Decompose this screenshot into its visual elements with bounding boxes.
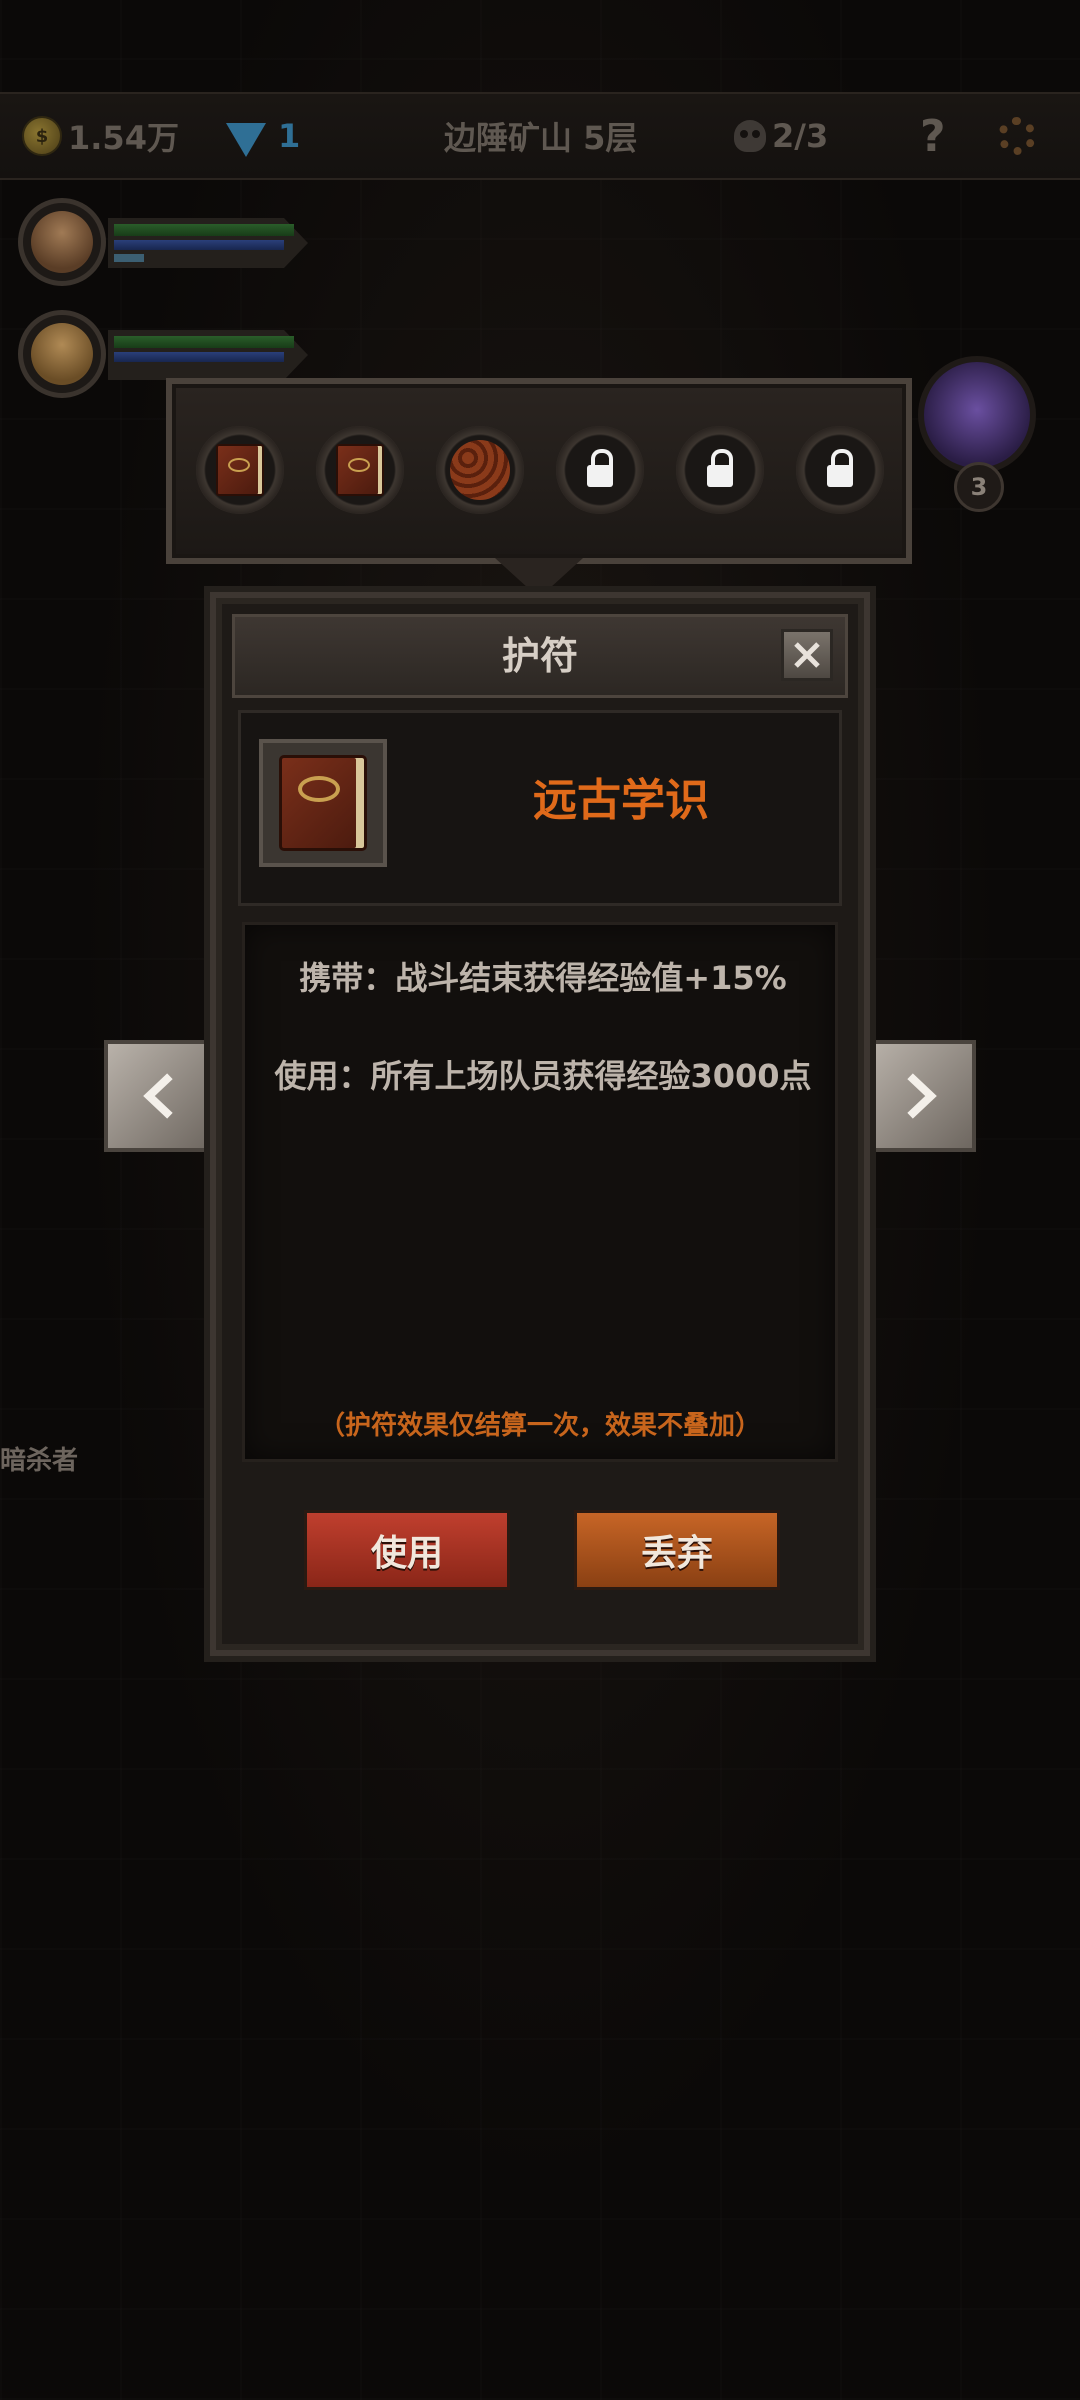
amulet-slot-6[interactable] [792, 418, 888, 528]
gold-amount: 1.54万 [68, 119, 179, 157]
amulet-slot-4[interactable] [552, 418, 648, 528]
book-icon [216, 444, 264, 496]
amulet-slot-3[interactable] [432, 418, 528, 528]
hero-mp-bar [114, 240, 284, 250]
hero-hp-bar [114, 336, 294, 348]
amulet-dialog: 护符 远古学识 携带：战斗结束获得经验值+15% 使用：所有上场队员获得经验30… [210, 592, 870, 1656]
location-label: 边陲矿山 5层 [444, 94, 637, 178]
gem-display: 1 [226, 94, 300, 178]
ancient-book-icon [279, 755, 367, 851]
gem-amount: 1 [278, 117, 301, 155]
hero-avatar [18, 198, 106, 286]
top-status-bar: $ 1.54万 1 边陲矿山 5层 2/3 ? [0, 92, 1080, 180]
lock-icon [827, 449, 853, 487]
boss-level-badge: 3 [954, 462, 1004, 512]
gold-display: $ 1.54万 [22, 94, 179, 178]
next-amulet-button[interactable] [864, 1040, 976, 1152]
gold-coin-icon: $ [22, 116, 62, 156]
kill-count: 2/3 [772, 117, 829, 155]
carry-effect-text: 携带：战斗结束获得经验值+15% [299, 959, 787, 997]
help-button[interactable]: ? [920, 94, 946, 178]
prev-amulet-button[interactable] [104, 1040, 216, 1152]
close-icon [794, 642, 820, 668]
boss-avatar [918, 356, 1036, 474]
gear-icon [998, 117, 1036, 155]
skull-icon [734, 120, 766, 152]
amulet-slot-5[interactable] [672, 418, 768, 528]
chevron-left-icon [143, 1073, 173, 1119]
lock-icon [587, 449, 613, 487]
dragon-scale-icon [450, 440, 510, 500]
effect-note: （护符效果仅结算一次，效果不叠加） [318, 1411, 761, 1441]
amulet-slot-1[interactable] [192, 418, 288, 528]
hero-xp-bar [114, 254, 144, 262]
enemy-name-label: 暗杀者 [0, 1446, 79, 1476]
item-name: 远古学识 [533, 775, 709, 826]
hero-portrait-1[interactable] [18, 198, 318, 288]
hero-mp-bar [114, 352, 284, 362]
close-button[interactable] [781, 629, 833, 681]
settings-button[interactable] [998, 94, 1036, 178]
kill-counter: 2/3 [734, 94, 828, 178]
dialog-header: 护符 [232, 614, 848, 698]
help-icon: ? [920, 110, 946, 162]
item-icon-frame [259, 739, 387, 867]
chevron-right-icon [907, 1073, 937, 1119]
discard-button[interactable]: 丢弃 [574, 1510, 780, 1590]
dialog-title: 护符 [501, 634, 578, 678]
amulet-slot-2[interactable] [312, 418, 408, 528]
hero-avatar [18, 310, 106, 398]
use-button[interactable]: 使用 [304, 1510, 510, 1590]
book-icon [336, 444, 384, 496]
gem-icon [226, 123, 266, 157]
amulet-slot-bar [166, 378, 912, 564]
item-description: 携带：战斗结束获得经验值+15% 使用：所有上场队员获得经验3000点 （护符效… [242, 922, 838, 1462]
boss-portrait[interactable]: 3 [914, 356, 1040, 512]
lock-icon [707, 449, 733, 487]
location-text: 边陲矿山 5层 [444, 119, 638, 157]
item-info: 远古学识 [238, 710, 842, 906]
use-effect-text: 使用：所有上场队员获得经验3000点 [274, 1057, 812, 1095]
hero-hp-bar [114, 224, 294, 236]
